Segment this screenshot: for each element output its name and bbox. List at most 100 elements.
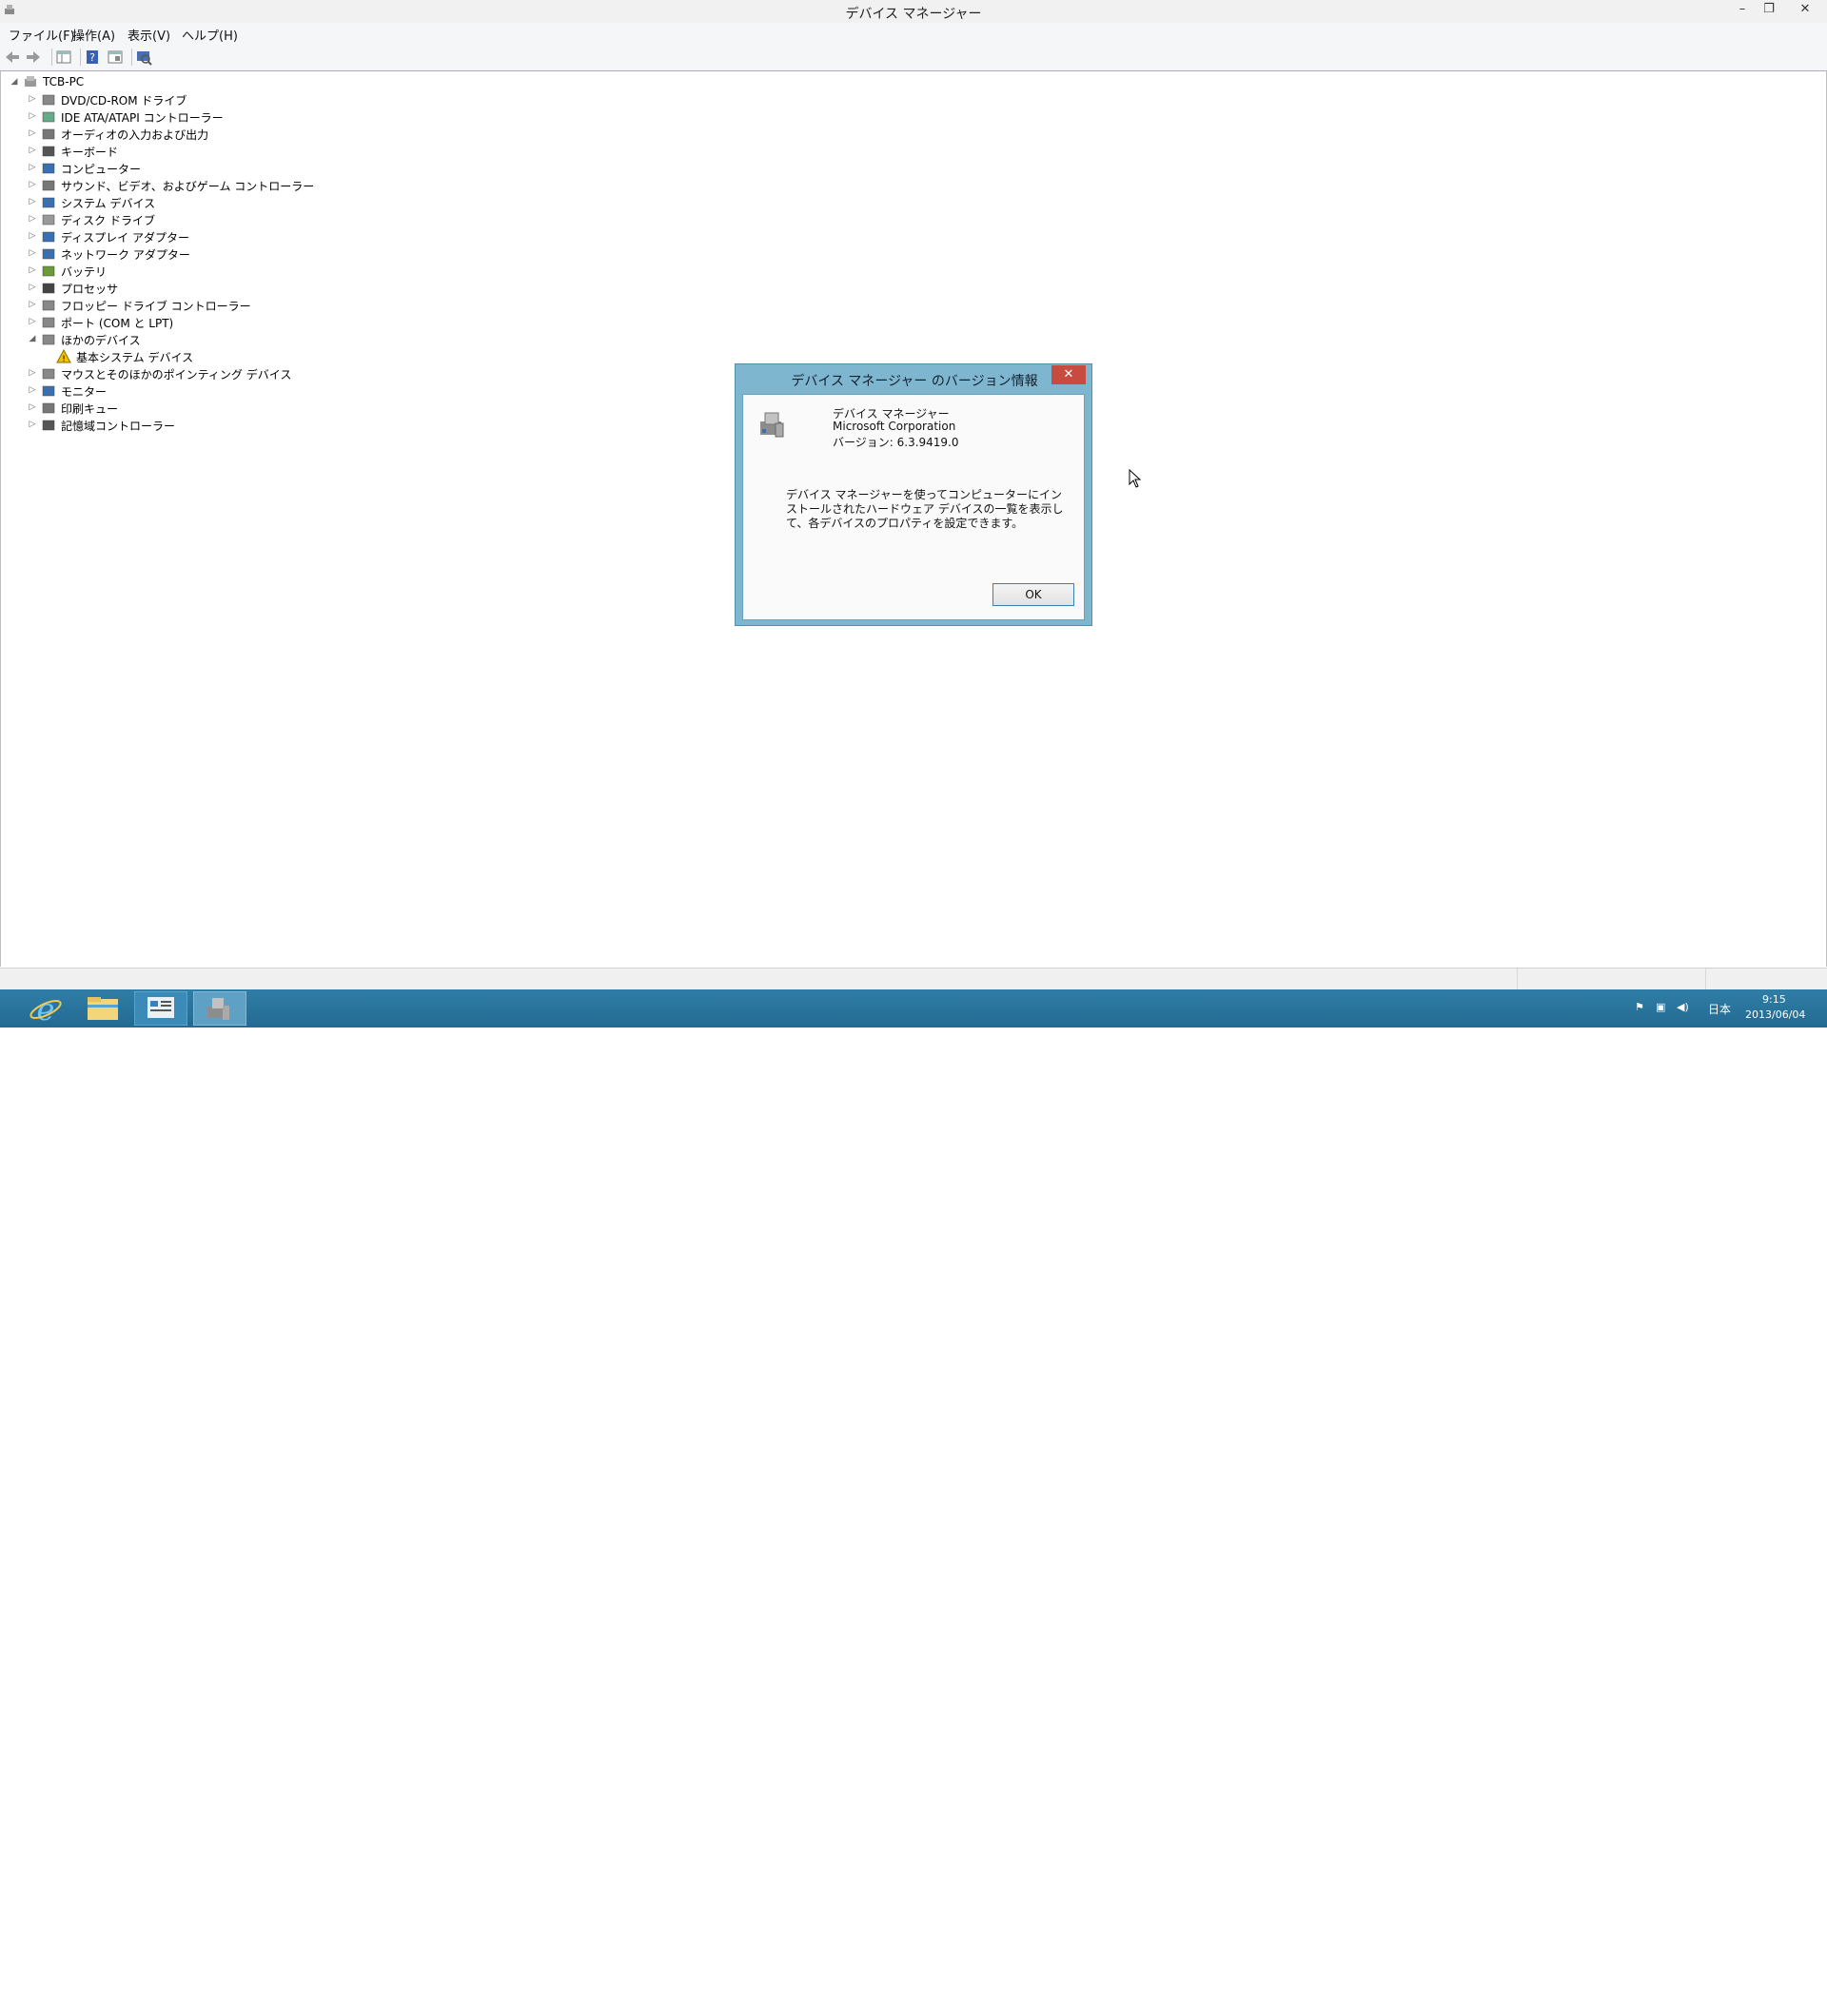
taskbar: e The Collection Book ⚑ ▣ ◀) 日本 9:15 201…: [0, 989, 1827, 2016]
display-adapter-icon: [42, 231, 55, 243]
collapse-arrow-icon[interactable]: ◢: [28, 334, 37, 343]
network-icon[interactable]: ▣: [1656, 1001, 1665, 1013]
show-hide-console-tree-icon[interactable]: [55, 49, 72, 66]
status-divider: [1517, 969, 1518, 989]
expand-arrow-icon[interactable]: ▷: [28, 111, 37, 121]
svg-text:!: !: [62, 355, 66, 364]
tree-item-label: マウスとそのほかのポインティング デバイス: [61, 368, 292, 382]
internet-explorer-icon[interactable]: e: [19, 991, 72, 1026]
expand-arrow-icon[interactable]: ▷: [28, 94, 37, 104]
storage-controller-icon: [42, 420, 55, 431]
expand-arrow-icon[interactable]: ▷: [28, 368, 37, 378]
tree-item-label: オーディオの入力および出力: [61, 128, 209, 142]
tree-item-label: ネットワーク アダプター: [61, 248, 190, 262]
expand-arrow-icon[interactable]: ▷: [28, 385, 37, 395]
menu-action[interactable]: 操作(A): [72, 26, 115, 44]
system-device-icon: [42, 197, 55, 208]
device-manager-icon: [760, 412, 784, 438]
window-title: デバイス マネージャー: [845, 7, 982, 22]
restore-button[interactable]: ❐: [1757, 0, 1781, 19]
tree-item-label: ディスプレイ アダプター: [61, 231, 189, 245]
expand-arrow-icon[interactable]: ▷: [28, 180, 37, 189]
tree-item-label: 記憶域コントローラー: [61, 420, 176, 433]
status-bar: [0, 968, 1827, 989]
expand-arrow-icon[interactable]: ▷: [28, 197, 37, 206]
computer-root-icon: [25, 76, 36, 87]
tree-item-label: 基本システム デバイス: [76, 351, 194, 364]
clock-time[interactable]: 9:15: [1762, 993, 1786, 1006]
expand-arrow-icon[interactable]: ▷: [28, 214, 37, 224]
tree-item-label: IDE ATA/ATAPI コントローラー: [61, 111, 224, 125]
ime-indicator[interactable]: 日本: [1708, 1001, 1731, 1017]
device-manager-icon[interactable]: [193, 991, 246, 1026]
warning-device-icon: !: [56, 349, 71, 364]
battery-icon: [42, 265, 55, 277]
forward-arrow-icon[interactable]: [25, 49, 42, 66]
audio-icon: [42, 128, 55, 140]
file-explorer-icon[interactable]: [76, 991, 129, 1026]
expand-arrow-icon[interactable]: ▷: [28, 265, 37, 275]
tree-item-label: サウンド、ビデオ、およびゲーム コントローラー: [61, 180, 315, 193]
sound-icon: [42, 180, 55, 191]
processor-icon: [42, 283, 55, 294]
control-panel-icon[interactable]: [134, 991, 187, 1026]
expand-arrow-icon[interactable]: ▷: [28, 231, 37, 241]
tree-item-label: コンピューター: [61, 163, 142, 176]
network-adapter-icon: [42, 248, 55, 260]
toolbar-separator: [51, 49, 52, 66]
toolbar-separator: [131, 49, 132, 66]
back-arrow-icon[interactable]: [4, 49, 21, 66]
dialog-body: デバイス マネージャー Microsoft Corporation バージョン:…: [742, 394, 1085, 620]
minimize-button[interactable]: –: [1730, 0, 1755, 19]
menu-file[interactable]: ファイル(F): [9, 26, 75, 44]
close-button[interactable]: ✕: [1789, 0, 1821, 19]
mouse-cursor-icon: [1129, 469, 1142, 488]
svg-text:?: ?: [89, 51, 95, 64]
expand-arrow-icon[interactable]: ▷: [28, 300, 37, 309]
mouse-icon: [42, 368, 55, 380]
expand-arrow-icon[interactable]: ▷: [28, 146, 37, 155]
dialog-close-button[interactable]: ✕: [1051, 365, 1086, 384]
tree-item-label: システム デバイス: [61, 197, 156, 210]
computer-icon: [42, 163, 55, 174]
properties-icon[interactable]: [107, 49, 124, 66]
tree-root-label: TCB-PC: [43, 75, 85, 88]
menu-bar: ファイル(F) 操作(A) 表示(V) ヘルプ(H): [0, 23, 1827, 44]
menu-help[interactable]: ヘルプ(H): [182, 26, 238, 44]
scan-hardware-icon[interactable]: [135, 49, 152, 66]
menu-view[interactable]: 表示(V): [128, 26, 170, 44]
volume-icon[interactable]: ◀): [1677, 1001, 1689, 1013]
tree-item-label: ディスク ドライブ: [61, 214, 155, 227]
expand-arrow-icon[interactable]: ▷: [28, 248, 37, 258]
tree-item-label: バッテリ: [61, 265, 108, 279]
port-icon: [42, 317, 55, 328]
expand-arrow-icon[interactable]: ▷: [28, 283, 37, 292]
action-center-flag-icon[interactable]: ⚑: [1635, 1001, 1644, 1013]
dvd-drive-icon: [42, 94, 55, 106]
keyboard-icon: [42, 146, 55, 157]
expand-arrow-icon[interactable]: ▷: [28, 317, 37, 326]
window-titlebar: デバイス マネージャー – ❐ ✕: [0, 0, 1827, 23]
about-dialog: デバイス マネージャー のバージョン情報 ✕ デバイス マネージャー Micro…: [735, 363, 1092, 626]
other-devices-icon: [42, 334, 55, 345]
help-icon[interactable]: ?: [84, 49, 101, 66]
watermark-text: The Collection Book: [1591, 1983, 1766, 2003]
expand-arrow-icon[interactable]: ▷: [28, 128, 37, 138]
disk-drive-icon: [42, 214, 55, 225]
expand-arrow-icon[interactable]: ▷: [28, 402, 37, 412]
tree-item-label: ほかのデバイス: [61, 334, 141, 347]
ide-controller-icon: [42, 111, 55, 123]
collapse-arrow-icon[interactable]: ◢: [10, 77, 19, 87]
toolbar: ?: [0, 44, 1827, 71]
ok-button[interactable]: OK: [992, 583, 1074, 606]
toolbar-separator: [80, 49, 81, 66]
expand-arrow-icon[interactable]: ▷: [28, 163, 37, 172]
tree-item-label: 印刷キュー: [61, 402, 119, 416]
clock-date[interactable]: 2013/06/04: [1745, 1008, 1805, 1021]
dialog-version: バージョン: 6.3.9419.0: [833, 436, 959, 449]
expand-arrow-icon[interactable]: ▷: [28, 420, 37, 429]
dialog-company: Microsoft Corporation: [833, 420, 956, 433]
tree-item-label: ポート (COM と LPT): [61, 317, 174, 330]
printer-icon: [42, 402, 55, 414]
monitor-icon: [42, 385, 55, 397]
